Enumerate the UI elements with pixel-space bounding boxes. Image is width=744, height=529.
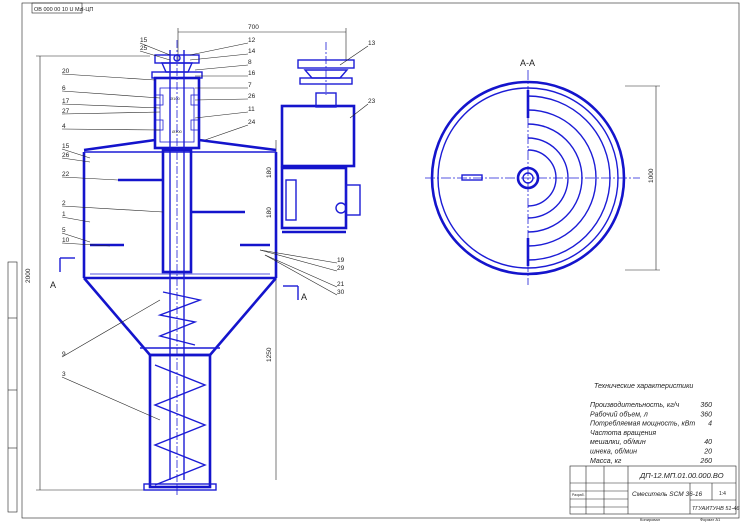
section-view: А-А 1000 (425, 58, 660, 285)
callout-top-24: 24 (248, 119, 256, 126)
callout-right-21: 21 (337, 281, 345, 288)
copied-label: Копировал (640, 517, 661, 522)
mixer-elevation: 700 2000 180 180 1250 Ø100 Ø100 А А (25, 24, 361, 495)
callout-left-15: 15 (62, 143, 70, 150)
callout-right-29: 29 (337, 265, 345, 272)
scale: 1:4 (719, 491, 726, 497)
callout-left-27: 27 (62, 108, 70, 115)
callout-top-26: 26 (248, 93, 256, 100)
tech-specs: Производительность, кг/ч 360 Рабочий объем… (590, 401, 712, 465)
dim-width-top: 700 (248, 24, 259, 31)
tech-row-label: Масса, кг (590, 458, 622, 465)
dim-lower: 1250 (266, 347, 273, 362)
drawing-sheet: ОВ 000 00 10 U Mzl-ЦП 700 2000 180 180 1… (0, 0, 744, 524)
callout-left-3: 3 (62, 371, 66, 378)
tech-row-value: 360 (700, 411, 712, 418)
dim-upper: 180 (266, 167, 273, 178)
tech-row-value: 40 (704, 439, 712, 446)
section-letter-right: А (301, 292, 307, 302)
callout-top-25: 25 (140, 45, 148, 52)
format-label: Формат А1 (700, 517, 721, 522)
stamp-code: ОВ 000 00 10 U Mzl-ЦП (34, 7, 93, 13)
tech-row-value: 4 (708, 421, 712, 428)
callout-top-12: 12 (248, 37, 256, 44)
section-view-title: А-А (520, 58, 535, 68)
tech-row-label: Рабочий объем, л (590, 410, 648, 418)
tech-row-label: Потребляемая мощность, кВт (590, 420, 695, 428)
callout-left-9: 9 (62, 351, 66, 358)
technical-drawing: ОВ 000 00 10 U Mzl-ЦП 700 2000 180 180 1… (7, 2, 740, 522)
tech-row-label: Производительность, кг/ч (590, 401, 680, 409)
callout-top-11: 11 (248, 106, 255, 113)
tech-title: Технические характеристики (594, 383, 693, 390)
callout-top-15: 15 (140, 37, 148, 44)
developer-label: Разраб. (572, 493, 585, 497)
doc-code: ДП-12.МП.01.00.000.ВО (639, 471, 724, 480)
callout-left-1: 1 (62, 211, 66, 218)
svg-text:Ø100: Ø100 (170, 96, 181, 101)
section-letter-left: А (50, 280, 56, 290)
callout-right-13: 13 (368, 40, 376, 47)
callout-left-4: 4 (62, 123, 66, 130)
callout-left-22: 22 (62, 171, 70, 178)
dim-middle: 180 (266, 207, 273, 218)
callout-right-19: 19 (337, 257, 345, 264)
binding-strip (7, 261, 18, 513)
callout-left-10: 10 (62, 237, 70, 244)
callout-left-6: 6 (62, 85, 66, 92)
tech-row-value: 260 (699, 458, 712, 465)
callout-right-23: 23 (368, 98, 376, 105)
callout-left-26: 26 (62, 152, 70, 159)
callout-top-8: 8 (248, 59, 252, 66)
tech-row-label: шнека, об/мин (590, 448, 637, 456)
callout-left-20: 20 (62, 68, 70, 75)
tech-row-label: Частота вращения (590, 430, 656, 437)
callout-left-17: 17 (62, 98, 70, 105)
title-block: ДП-12.МП.01.00.000.ВО Смеситель SCM 36-1… (569, 465, 740, 522)
dim-diameter: 1000 (648, 168, 655, 183)
callout-left-5: 5 (62, 227, 66, 234)
org-code: ТГУАИТУНВ 51-46 (692, 506, 740, 512)
callout-top-7: 7 (248, 82, 252, 89)
product-name: Смеситель SCM 36-16 (632, 491, 703, 498)
dim-height-total: 2000 (25, 268, 32, 283)
tech-row-value: 20 (703, 449, 712, 456)
callout-top-16: 16 (248, 70, 256, 77)
callout-right-30: 30 (337, 289, 345, 296)
callout-top-14: 14 (248, 48, 256, 55)
callout-left-2: 2 (62, 200, 66, 207)
tech-row-label: мешалки, об/мин (590, 438, 646, 446)
tech-row-value: 360 (700, 402, 712, 409)
